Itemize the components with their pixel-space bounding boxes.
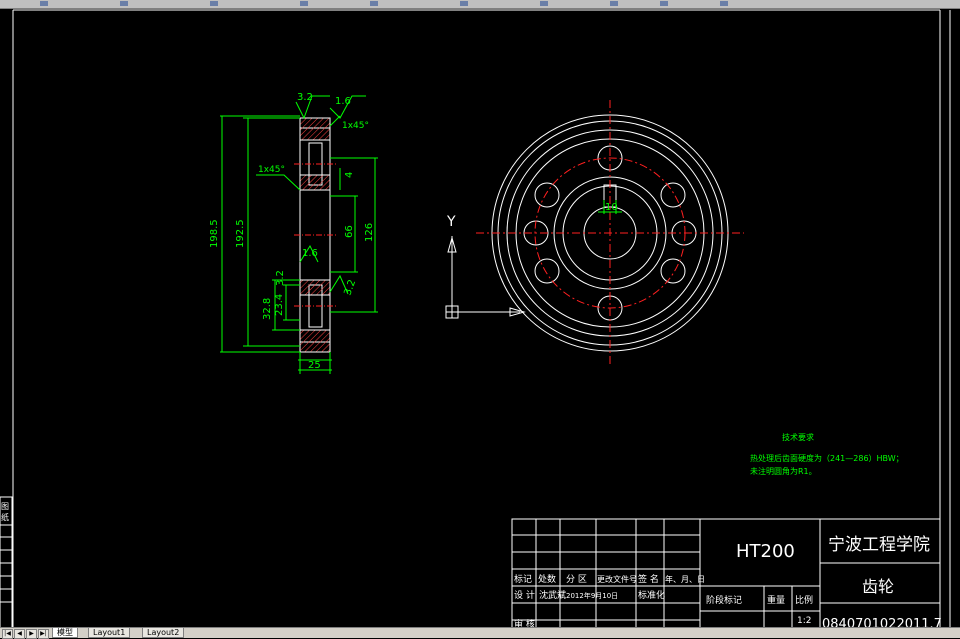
toolbar-icon[interactable]	[120, 1, 128, 6]
school-name: 宁波工程学院	[828, 535, 930, 555]
dim-192-5: 192.5	[235, 219, 246, 248]
dim-10: 10	[605, 202, 618, 213]
standard-label: 标准化	[638, 589, 665, 601]
chamfer-left: 1x45°	[258, 165, 285, 175]
toolbar-icon[interactable]	[460, 1, 468, 6]
toolbar	[0, 0, 960, 9]
stage-header: 阶段标记	[706, 594, 742, 606]
dim-23-4: 23.4	[274, 294, 285, 316]
toolbar-icon[interactable]	[660, 1, 668, 6]
design-label: 设 计	[514, 589, 535, 601]
roughness-top-right: 1.6	[335, 96, 351, 107]
header-sign: 签 名	[638, 573, 659, 585]
header-count: 处数	[538, 573, 556, 585]
dim-198-5: 198.5	[209, 219, 220, 248]
dim-126: 126	[364, 223, 375, 242]
tech-notes-line1: 热处理后齿面硬度为（241—286）HBW；	[750, 453, 904, 463]
dim-3-2-side: 3.2	[275, 270, 286, 286]
designer-name: 沈武斌	[539, 589, 566, 601]
dim-32-8: 32.8	[262, 298, 273, 320]
last-tab-button[interactable]: ▶|	[38, 629, 49, 639]
roughness-top-left: 3.2	[297, 92, 313, 103]
ucs-icon	[445, 236, 526, 319]
toolbar-icon[interactable]	[720, 1, 728, 6]
toolbar-icon[interactable]	[210, 1, 218, 6]
scale-header: 比例	[795, 594, 813, 606]
left-label-2: 纸	[1, 512, 9, 522]
header-date: 年、月、日	[665, 574, 705, 584]
drawing-frame	[12, 9, 951, 628]
left-label-1: 图	[1, 502, 9, 511]
tech-notes-title: 技术要求	[782, 432, 814, 442]
design-date: 2012年9月10日	[566, 591, 618, 600]
header-zone: 分 区	[566, 574, 587, 585]
tech-notes-line2: 未注明圆角为R1。	[750, 466, 817, 476]
layout-tabs: |◀ ◀ ▶ ▶| 模型 Layout1 Layout2	[0, 627, 960, 639]
roughness-bottom: 3.2	[342, 278, 358, 297]
toolbar-icon[interactable]	[300, 1, 308, 6]
toolbar-icon[interactable]	[610, 1, 618, 6]
toolbar-icon[interactable]	[540, 1, 548, 6]
next-tab-button[interactable]: ▶	[26, 629, 37, 639]
header-mark: 标记	[514, 573, 532, 585]
chamfer-top: 1x45°	[342, 121, 369, 131]
dim-25: 25	[308, 360, 321, 371]
drawing-canvas[interactable]: 图 纸 198.5 192.5 126 66 4 25 32.8 23.4 3.…	[0, 9, 960, 628]
axis-label-y: Y	[446, 214, 456, 230]
front-view: 10	[476, 100, 744, 366]
dim-66: 66	[344, 225, 355, 238]
toolbar-icon[interactable]	[370, 1, 378, 6]
toolbar-icon[interactable]	[40, 1, 48, 6]
first-tab-button[interactable]: |◀	[2, 629, 13, 639]
material: HT200	[736, 541, 795, 562]
prev-tab-button[interactable]: ◀	[14, 629, 25, 639]
part-name: 齿轮	[862, 577, 894, 596]
side-view	[294, 117, 336, 353]
roughness-mid: 1.6	[302, 248, 318, 259]
weight-header: 重量	[767, 594, 785, 606]
scale-value: 1:2	[797, 616, 811, 626]
dim-4: 4	[344, 172, 355, 178]
header-change-doc: 更改文件号	[597, 574, 637, 584]
